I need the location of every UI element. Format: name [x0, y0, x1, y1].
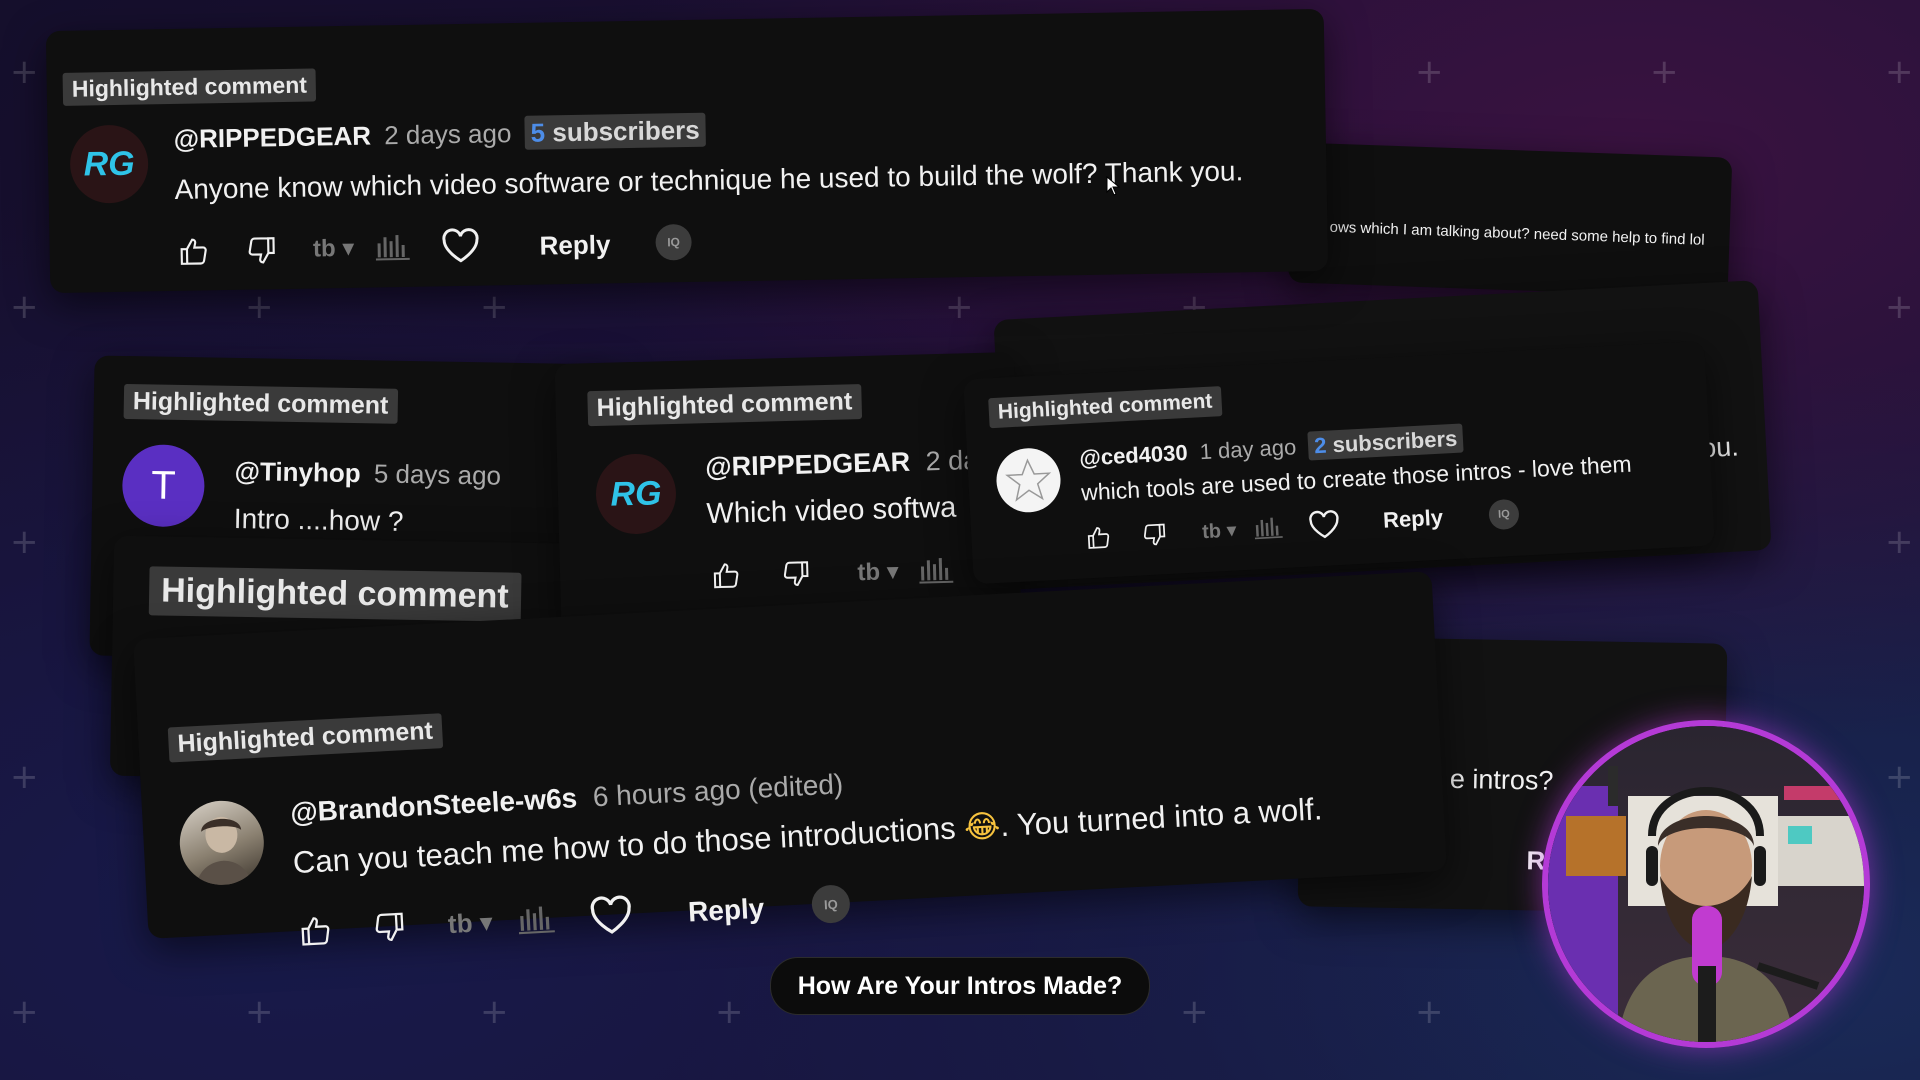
- subscriber-label: subscribers: [1331, 425, 1458, 458]
- video-title-pill: How Are Your Intros Made?: [770, 957, 1150, 1015]
- like-icon[interactable]: [1083, 522, 1115, 554]
- comment-text-part: . You turned into a wolf.: [999, 791, 1324, 844]
- background-plus-icon: +: [715, 992, 744, 1032]
- comment-text: Which video softwa: [706, 491, 957, 531]
- background-plus-icon: +: [10, 52, 39, 92]
- comment-author[interactable]: @Tinyhop: [234, 456, 360, 488]
- star-logo-icon: [1005, 458, 1052, 502]
- comment-header: @RIPPEDGEAR 2 days ago 5 subscribers: [173, 112, 707, 155]
- analytics-bars-icon[interactable]: [1253, 513, 1284, 543]
- avatar-logo: RG: [83, 144, 135, 184]
- background-plus-icon: +: [10, 287, 39, 327]
- comment-header: @Tinyhop 5 days ago: [234, 456, 501, 492]
- background-plus-icon: +: [945, 287, 974, 327]
- background-plus-icon: +: [1180, 992, 1209, 1032]
- background-plus-icon: +: [1650, 52, 1679, 92]
- analytics-bars-icon[interactable]: [918, 554, 955, 587]
- comment-card-main: Highlighted comment RG @RIPPEDGEAR 2 day…: [45, 8, 1329, 294]
- highlighted-badge: Highlighted comment: [167, 713, 443, 763]
- background-plus-icon: +: [245, 287, 274, 327]
- comment-time[interactable]: 2 days ago: [384, 118, 512, 150]
- highlighted-badge: Highlighted comment: [988, 386, 1223, 429]
- highlighted-badge: Highlighted comment: [148, 566, 522, 622]
- reply-button[interactable]: Reply: [687, 893, 765, 929]
- avatar: RG: [594, 452, 678, 536]
- webcam-overlay: [1542, 720, 1870, 1048]
- laughing-emoji: 😂: [963, 808, 1002, 845]
- webcam-presenter-image: [1548, 726, 1864, 1042]
- iq-icon[interactable]: IQ: [810, 884, 851, 925]
- person-silhouette-icon: [196, 816, 252, 887]
- dislike-icon[interactable]: [778, 555, 815, 592]
- subscriber-label: subscribers: [552, 114, 700, 148]
- reply-button[interactable]: Reply: [539, 229, 610, 261]
- comment-card-rippedgear-2: Highlighted comment RG @RIPPEDGEAR 2 day…: [554, 352, 1022, 634]
- comment-author[interactable]: @BrandonSteele-w6s: [290, 782, 578, 828]
- heart-icon[interactable]: [1306, 508, 1342, 542]
- dislike-icon[interactable]: [243, 232, 280, 269]
- like-icon[interactable]: [296, 911, 336, 951]
- avatar: [994, 446, 1063, 514]
- subscriber-count-badge: 5 subscribers: [524, 112, 707, 150]
- background-plus-icon: +: [1885, 757, 1914, 797]
- comment-text: e intros?: [1449, 763, 1554, 796]
- subscriber-count: 2: [1313, 432, 1328, 459]
- avatar: [177, 798, 266, 887]
- comment-text: Intro ....how ?: [233, 502, 404, 537]
- comment-author[interactable]: @ced4030: [1079, 440, 1188, 471]
- like-icon[interactable]: [175, 233, 212, 270]
- background-plus-icon: +: [1885, 522, 1914, 562]
- comment-card-behind: ows which I am talking about? need some …: [1287, 142, 1733, 298]
- background-plus-icon: +: [1415, 52, 1444, 92]
- dislike-icon[interactable]: [1139, 519, 1171, 551]
- avatar-logo: RG: [609, 473, 662, 514]
- iq-icon[interactable]: IQ: [1488, 498, 1520, 531]
- tubebuddy-icon[interactable]: tb ▾: [848, 555, 909, 589]
- reply-button[interactable]: Reply: [1382, 505, 1443, 534]
- subscriber-count: 5: [530, 117, 546, 148]
- dislike-icon[interactable]: [369, 907, 409, 947]
- comment-card-ced4030: Highlighted comment @ced4030 1 day ago 2…: [963, 340, 1715, 585]
- heart-icon[interactable]: [587, 893, 635, 937]
- comment-time[interactable]: 6 hours ago (edited): [592, 768, 844, 812]
- background-plus-icon: +: [245, 992, 274, 1032]
- tubebuddy-icon[interactable]: tb ▾: [303, 232, 364, 265]
- highlighted-badge: Highlighted comment: [62, 68, 317, 106]
- avatar-initial: T: [150, 462, 177, 508]
- comment-time[interactable]: 1 day ago: [1199, 434, 1297, 464]
- background-plus-icon: +: [10, 522, 39, 562]
- avatar: RG: [69, 124, 149, 204]
- background-plus-icon: +: [10, 757, 39, 797]
- comment-header: @RIPPEDGEAR 2 day: [705, 445, 992, 483]
- analytics-bars-icon[interactable]: [373, 231, 412, 264]
- subscriber-count-badge: 2 subscribers: [1307, 423, 1464, 461]
- comment-text: Anyone know which video software or tech…: [174, 155, 1244, 205]
- background-plus-icon: +: [1885, 52, 1914, 92]
- avatar: T: [121, 443, 206, 528]
- background-plus-icon: +: [10, 992, 39, 1032]
- mouse-cursor-icon: [1106, 175, 1121, 201]
- comment-text: ows which I am talking about? need some …: [1329, 218, 1705, 249]
- background-plus-icon: +: [1415, 992, 1444, 1032]
- analytics-bars-icon[interactable]: [515, 901, 557, 937]
- like-icon[interactable]: [708, 557, 745, 594]
- background-plus-icon: +: [1885, 287, 1914, 327]
- highlighted-badge: Highlighted comment: [587, 384, 862, 427]
- comment-time[interactable]: 5 days ago: [374, 458, 502, 490]
- tubebuddy-icon[interactable]: tb ▾: [438, 904, 504, 941]
- iq-icon[interactable]: IQ: [655, 223, 692, 261]
- background-plus-icon: +: [480, 287, 509, 327]
- comment-author[interactable]: @RIPPEDGEAR: [705, 447, 911, 482]
- background-plus-icon: +: [480, 992, 509, 1032]
- tubebuddy-icon[interactable]: tb ▾: [1195, 515, 1244, 545]
- comment-author[interactable]: @RIPPEDGEAR: [173, 121, 371, 154]
- heart-icon[interactable]: [439, 226, 482, 267]
- highlighted-badge: Highlighted comment: [123, 384, 398, 424]
